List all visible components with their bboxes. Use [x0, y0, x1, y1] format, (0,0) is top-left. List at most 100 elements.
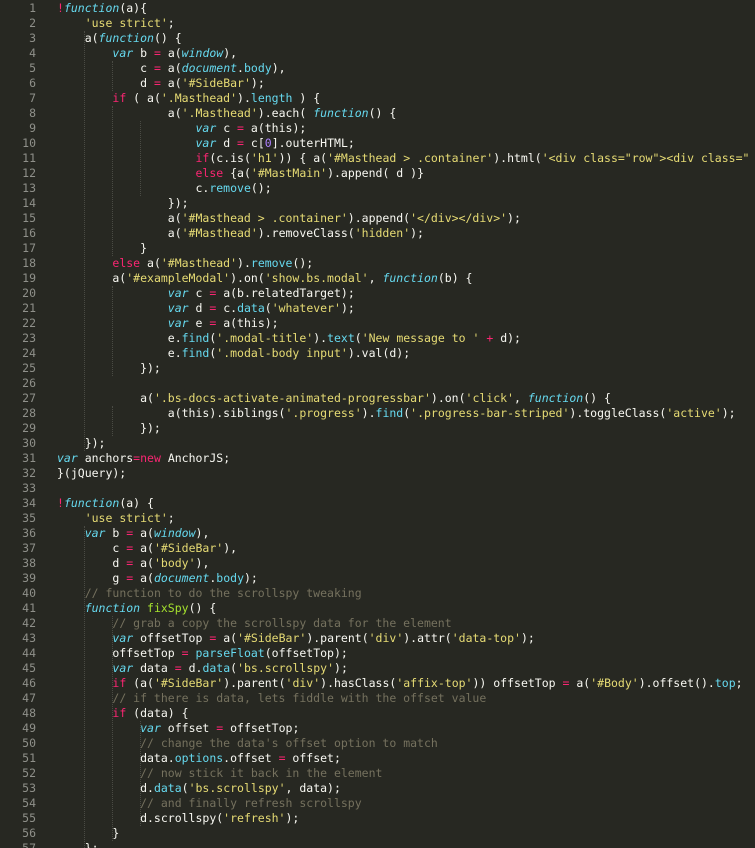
line-source: var c = a(this); [57, 121, 306, 136]
code-line[interactable]: 9 var c = a(this); [0, 121, 755, 136]
code-token: ).append( d )} [327, 166, 424, 180]
code-token: ).removeClass( [257, 226, 355, 240]
code-line[interactable]: 30 }); [0, 436, 755, 451]
code-line[interactable]: 2 'use strict'; [0, 16, 755, 31]
code-line[interactable]: 11 if(c.is('h1')) { a('#Masthead > .cont… [0, 151, 755, 166]
code-line[interactable]: 19 a('#exampleModal').on('show.bs.modal'… [0, 271, 755, 286]
code-token: , [513, 391, 528, 405]
code-line[interactable]: 37 c = a('#SideBar'), [0, 541, 755, 556]
code-line[interactable]: 55 d.scrollspy('refresh'); [0, 811, 755, 826]
code-token: data [153, 781, 182, 795]
code-line[interactable]: 36 var b = a(window), [0, 526, 755, 541]
code-token: '.modal-body input' [216, 346, 348, 360]
code-line[interactable]: 24 e.find('.modal-body input').val(d); [0, 346, 755, 361]
code-token: ), [195, 526, 210, 540]
code-line[interactable]: 29 }); [0, 421, 755, 436]
code-line[interactable]: 7 if ( a('.Masthead').length ) { [0, 91, 755, 106]
code-token: b [133, 46, 154, 60]
code-token: a(this); [243, 121, 307, 135]
code-line[interactable]: 3 a(function() { [0, 31, 755, 46]
code-token: }); [57, 421, 161, 435]
code-line[interactable]: 46 if (a('#SideBar').parent('div').hasCl… [0, 676, 755, 691]
code-line[interactable]: 12 else {a('#MastMain').append( d )} [0, 166, 755, 181]
code-line[interactable]: 48 if (data) { [0, 706, 755, 721]
code-token: }(jQuery); [57, 466, 127, 480]
code-line[interactable]: 28 a(this).siblings('.progress').find('.… [0, 406, 755, 421]
code-line[interactable]: 47 // if there is data, lets fiddle with… [0, 691, 755, 706]
code-token: ).offset(). [638, 676, 715, 690]
code-editor[interactable]: 1 !function(a){2 'use strict'; 3 a(functio… [0, 0, 755, 848]
code-token: a(b.relatedTarget); [216, 286, 355, 300]
code-line[interactable]: 15 a('#Masthead > .container').append('<… [0, 211, 755, 226]
code-line[interactable]: 32}(jQuery); [0, 466, 755, 481]
code-token: c[ [243, 136, 265, 150]
code-line[interactable]: 26 [0, 376, 755, 391]
code-token: ). [313, 331, 328, 345]
code-line[interactable]: 50 // change the data's offset option to… [0, 736, 755, 751]
code-token: function [527, 391, 584, 405]
code-line[interactable]: 56 } [0, 826, 755, 841]
code-token: c [216, 121, 238, 135]
code-line[interactable]: 31 var anchors=new AnchorJS; [0, 451, 755, 466]
code-line[interactable]: 33 [0, 481, 755, 496]
line-number: 34 [22, 496, 36, 510]
code-line[interactable]: 52 // now stick it back in the element [0, 766, 755, 781]
code-line[interactable]: 41 function fixSpy() { [0, 601, 755, 616]
line-number: 46 [22, 676, 36, 690]
line-source: }(jQuery); [57, 466, 126, 481]
line-source: var anchors=new AnchorJS; [57, 451, 230, 466]
code-line[interactable]: 23 e.find('.modal-title').text('New mess… [0, 331, 755, 346]
code-line[interactable]: 10 var d = c[0].outerHTML; [0, 136, 755, 151]
code-line[interactable]: 20 var c = a(b.relatedTarget); [0, 286, 755, 301]
code-token: }); [57, 436, 106, 450]
code-line[interactable]: 39 g = a(document.body); [0, 571, 755, 586]
code-token: ( a( [126, 91, 161, 105]
code-line[interactable]: 4 var b = a(window), [0, 46, 755, 61]
code-token: ).each( [257, 106, 314, 120]
code-line[interactable]: 57 }; [0, 841, 755, 848]
code-line[interactable]: 13 c.remove(); [0, 181, 755, 196]
code-line[interactable]: 35 'use strict'; [0, 511, 755, 526]
code-token: = [278, 751, 286, 765]
line-source: d = a('#SideBar'); [57, 76, 265, 91]
code-line[interactable]: 49 var offset = offsetTop; [0, 721, 755, 736]
line-source: d = a('body'), [57, 556, 209, 571]
code-line[interactable]: 44 offsetTop = parseFloat(offsetTop); [0, 646, 755, 661]
code-line[interactable]: 17 } [0, 241, 755, 256]
code-line[interactable]: 21 var d = c.data('whatever'); [0, 301, 755, 316]
line-number: 39 [22, 571, 36, 585]
code-line[interactable]: 42 // grab a copy the scrollspy data for… [0, 616, 755, 631]
code-line[interactable]: 38 d = a('body'), [0, 556, 755, 571]
code-line[interactable]: 27 a('.bs-docs-activate-animated-progres… [0, 391, 755, 406]
code-line[interactable]: 5 c = a(document.body), [0, 61, 755, 76]
line-source: offsetTop = parseFloat(offsetTop); [57, 646, 347, 661]
code-line[interactable]: 18 else a('#Masthead').remove(); [0, 256, 755, 271]
code-token: 'bs.scrollspy' [237, 661, 335, 675]
line-number: 47 [22, 691, 36, 705]
code-token: d.scrollspy( [57, 811, 224, 825]
code-line[interactable]: 16 a('#Masthead').removeClass('hidden'); [0, 226, 755, 241]
code-line[interactable]: 6 d = a('#SideBar'); [0, 76, 755, 91]
code-token: ) { [292, 91, 321, 105]
code-line[interactable]: 43 var offsetTop = a('#SideBar').parent(… [0, 631, 755, 646]
code-token: '#Masthead' [160, 256, 238, 270]
code-line[interactable]: 25 }); [0, 361, 755, 376]
code-line[interactable]: 8 a('.Masthead').each( function() { [0, 106, 755, 121]
code-token: 'active' [666, 406, 722, 420]
code-line[interactable]: 54 // and finally refresh scrollspy [0, 796, 755, 811]
code-token: ); [520, 631, 535, 645]
line-number: 40 [22, 586, 36, 600]
code-line[interactable]: 53 d.data('bs.scrollspy', data); [0, 781, 755, 796]
code-line[interactable]: 40 // function to do the scrollspy tweak… [0, 586, 755, 601]
code-line[interactable]: 51 data.options.offset = offset; [0, 751, 755, 766]
code-token: = [174, 661, 182, 675]
code-line[interactable]: 1 !function(a){ [0, 1, 755, 16]
code-line[interactable]: 34 !function(a) { [0, 496, 755, 511]
code-line[interactable]: 45 var data = d.data('bs.scrollspy'); [0, 661, 755, 676]
code-line[interactable]: 14 }); [0, 196, 755, 211]
code-area[interactable]: 1 !function(a){2 'use strict'; 3 a(functio… [0, 0, 755, 848]
line-number: 35 [22, 511, 36, 525]
code-line[interactable]: 22 var e = a(this); [0, 316, 755, 331]
